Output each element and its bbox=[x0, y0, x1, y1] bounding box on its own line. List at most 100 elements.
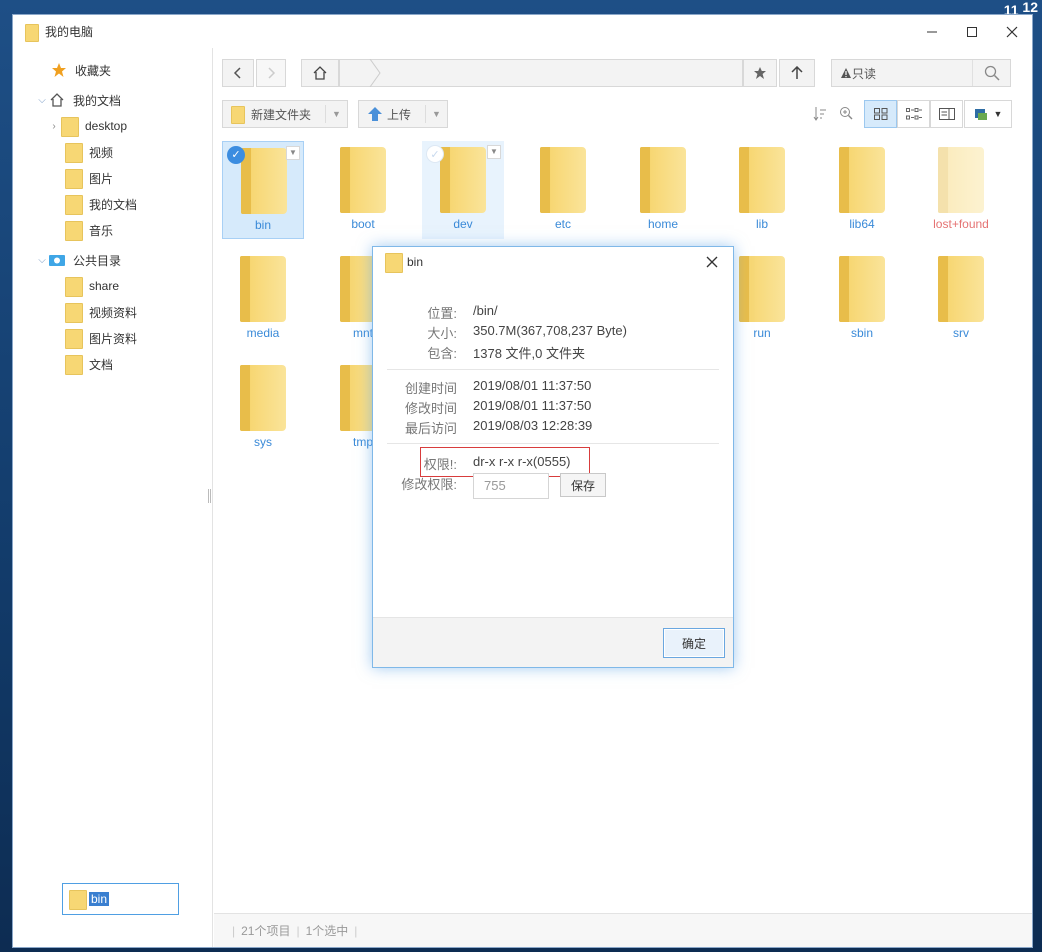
folder-icon bbox=[25, 23, 39, 42]
sidebar-item-label: 我的文档 bbox=[89, 197, 138, 212]
size-value: 350.7M(367,708,237 Byte) bbox=[473, 323, 627, 338]
caret-down-icon[interactable]: ▼ bbox=[286, 146, 300, 160]
zoom-button[interactable] bbox=[839, 106, 855, 122]
file-tile-lib[interactable]: lib bbox=[721, 141, 803, 239]
split-view-button[interactable] bbox=[930, 100, 963, 128]
sidebar-item-pictures[interactable]: 图片 bbox=[65, 166, 113, 190]
folder-icon bbox=[65, 277, 83, 297]
sidebar-item-label: 文档 bbox=[89, 357, 114, 372]
theme-icon bbox=[974, 109, 987, 120]
caret-down-icon[interactable]: ▼ bbox=[325, 105, 347, 123]
theme-menu-button[interactable]: ▼ bbox=[964, 100, 1012, 128]
sort-button[interactable] bbox=[813, 106, 827, 122]
home-icon bbox=[50, 93, 64, 107]
grid-view-icon bbox=[873, 108, 887, 120]
file-name: sbin bbox=[850, 326, 873, 340]
file-tile-lib64[interactable]: lib64 bbox=[821, 141, 903, 239]
folder-icon bbox=[640, 147, 686, 213]
file-tile-sbin[interactable]: sbin bbox=[821, 250, 903, 348]
sidebar-item-documents[interactable]: 我的文档 bbox=[65, 192, 137, 216]
sidebar: 收藏夹 ⌵ 我的文档 › desktop 视频 图片 我的文档 音乐 ⌵ 公共目… bbox=[13, 48, 213, 947]
file-tile-bin[interactable]: ✓ ▼ bin bbox=[222, 141, 304, 239]
search-icon bbox=[984, 65, 1000, 81]
file-name: srv bbox=[953, 326, 969, 340]
file-tile-etc[interactable]: etc bbox=[522, 141, 604, 239]
dialog-footer: 确定 bbox=[373, 617, 733, 667]
breadcrumb-separator-icon bbox=[369, 59, 381, 87]
new-folder-button[interactable]: 新建文件夹 ▼ bbox=[222, 100, 348, 128]
close-button[interactable] bbox=[992, 15, 1032, 48]
sidebar-item-favorites[interactable]: 收藏夹 bbox=[51, 58, 111, 82]
location-label: 位置: bbox=[427, 306, 457, 321]
search-box[interactable]: 只读 bbox=[831, 59, 1011, 87]
ok-button[interactable]: 确定 bbox=[663, 628, 725, 658]
splitter-handle[interactable] bbox=[208, 489, 211, 503]
file-tile-dev[interactable]: ✓ ▼ dev bbox=[422, 141, 504, 239]
accessed-value: 2019/08/03 12:28:39 bbox=[473, 418, 593, 433]
sidebar-item-share[interactable]: share bbox=[65, 274, 119, 298]
file-tile-lost-found[interactable]: lost+found bbox=[920, 141, 1002, 239]
sidebar-item-public[interactable]: ⌵ 公共目录 bbox=[35, 248, 121, 272]
file-tile-boot[interactable]: boot bbox=[322, 141, 404, 239]
caret-down-icon[interactable]: ▼ bbox=[487, 145, 501, 159]
chevron-right-icon[interactable]: › bbox=[47, 121, 61, 132]
sidebar-item-music[interactable]: 音乐 bbox=[65, 218, 113, 242]
chevron-down-icon[interactable]: ⌵ bbox=[35, 255, 49, 266]
file-name: sys bbox=[254, 435, 272, 449]
maximize-icon bbox=[967, 26, 977, 37]
file-tile-media[interactable]: media bbox=[222, 250, 304, 348]
divider bbox=[387, 443, 719, 444]
created-label: 创建时间 bbox=[404, 381, 457, 396]
folder-icon bbox=[61, 117, 79, 137]
minimize-button[interactable] bbox=[912, 15, 952, 48]
sidebar-item-my-docs[interactable]: ⌵ 我的文档 bbox=[35, 88, 121, 112]
home-button[interactable] bbox=[301, 59, 339, 87]
sidebar-item-label: 视频资料 bbox=[89, 305, 138, 320]
sidebar-item-picture-resources[interactable]: 图片资料 bbox=[65, 326, 137, 350]
back-button[interactable] bbox=[222, 59, 254, 87]
home-icon bbox=[313, 66, 327, 80]
permission-value: dr-x r-x r-x(0555) bbox=[473, 454, 571, 469]
list-view-icon bbox=[905, 108, 922, 120]
sidebar-item-label: 公共目录 bbox=[73, 253, 122, 268]
chevron-down-icon[interactable]: ⌵ bbox=[35, 95, 49, 106]
file-name: media bbox=[246, 326, 280, 340]
forward-button[interactable] bbox=[256, 59, 286, 87]
contains-label: 包含: bbox=[427, 346, 457, 361]
save-permission-button[interactable]: 保存 bbox=[560, 473, 606, 497]
item-count: 21个项目 bbox=[241, 924, 291, 938]
address-bar[interactable] bbox=[339, 59, 743, 87]
icon-view-button[interactable] bbox=[864, 100, 897, 128]
up-button[interactable] bbox=[779, 59, 815, 87]
list-view-button[interactable] bbox=[897, 100, 930, 128]
sidebar-item-videos[interactable]: 视频 bbox=[65, 140, 113, 164]
file-name: dev bbox=[453, 217, 473, 231]
folder-icon bbox=[839, 147, 885, 213]
sidebar-item-desktop[interactable]: › desktop bbox=[51, 114, 127, 138]
search-button[interactable] bbox=[972, 60, 1010, 86]
check-icon[interactable]: ✓ bbox=[426, 145, 444, 163]
modified-label: 修改时间 bbox=[404, 401, 457, 416]
file-tile-sys[interactable]: sys bbox=[222, 359, 304, 457]
sort-icon bbox=[813, 107, 826, 121]
upload-button[interactable]: 上传 ▼ bbox=[358, 100, 448, 128]
sidebar-item-video-resources[interactable]: 视频资料 bbox=[65, 300, 137, 324]
dragged-item[interactable]: bin bbox=[62, 883, 179, 915]
dialog-close-button[interactable] bbox=[699, 251, 725, 273]
created-value: 2019/08/01 11:37:50 bbox=[473, 378, 592, 393]
favorite-button[interactable] bbox=[743, 59, 777, 87]
folder-icon bbox=[65, 355, 83, 375]
file-manager-window: 我的电脑 收藏夹 ⌵ 我的文档 › desktop 视频 图片 我的文档 音乐 … bbox=[12, 14, 1033, 948]
status-divider: | bbox=[354, 923, 358, 938]
permission-input[interactable]: 755 bbox=[473, 473, 549, 499]
warning-icon bbox=[841, 68, 851, 78]
maximize-button[interactable] bbox=[952, 15, 992, 48]
file-tile-srv[interactable]: srv bbox=[920, 250, 1002, 348]
folder-icon bbox=[739, 147, 785, 213]
caret-down-icon[interactable]: ▼ bbox=[425, 105, 447, 123]
file-tile-home[interactable]: home bbox=[622, 141, 704, 239]
folder-icon bbox=[938, 147, 984, 213]
sidebar-item-docs[interactable]: 文档 bbox=[65, 352, 113, 376]
check-icon[interactable]: ✓ bbox=[227, 146, 245, 164]
folder-icon bbox=[231, 106, 245, 124]
